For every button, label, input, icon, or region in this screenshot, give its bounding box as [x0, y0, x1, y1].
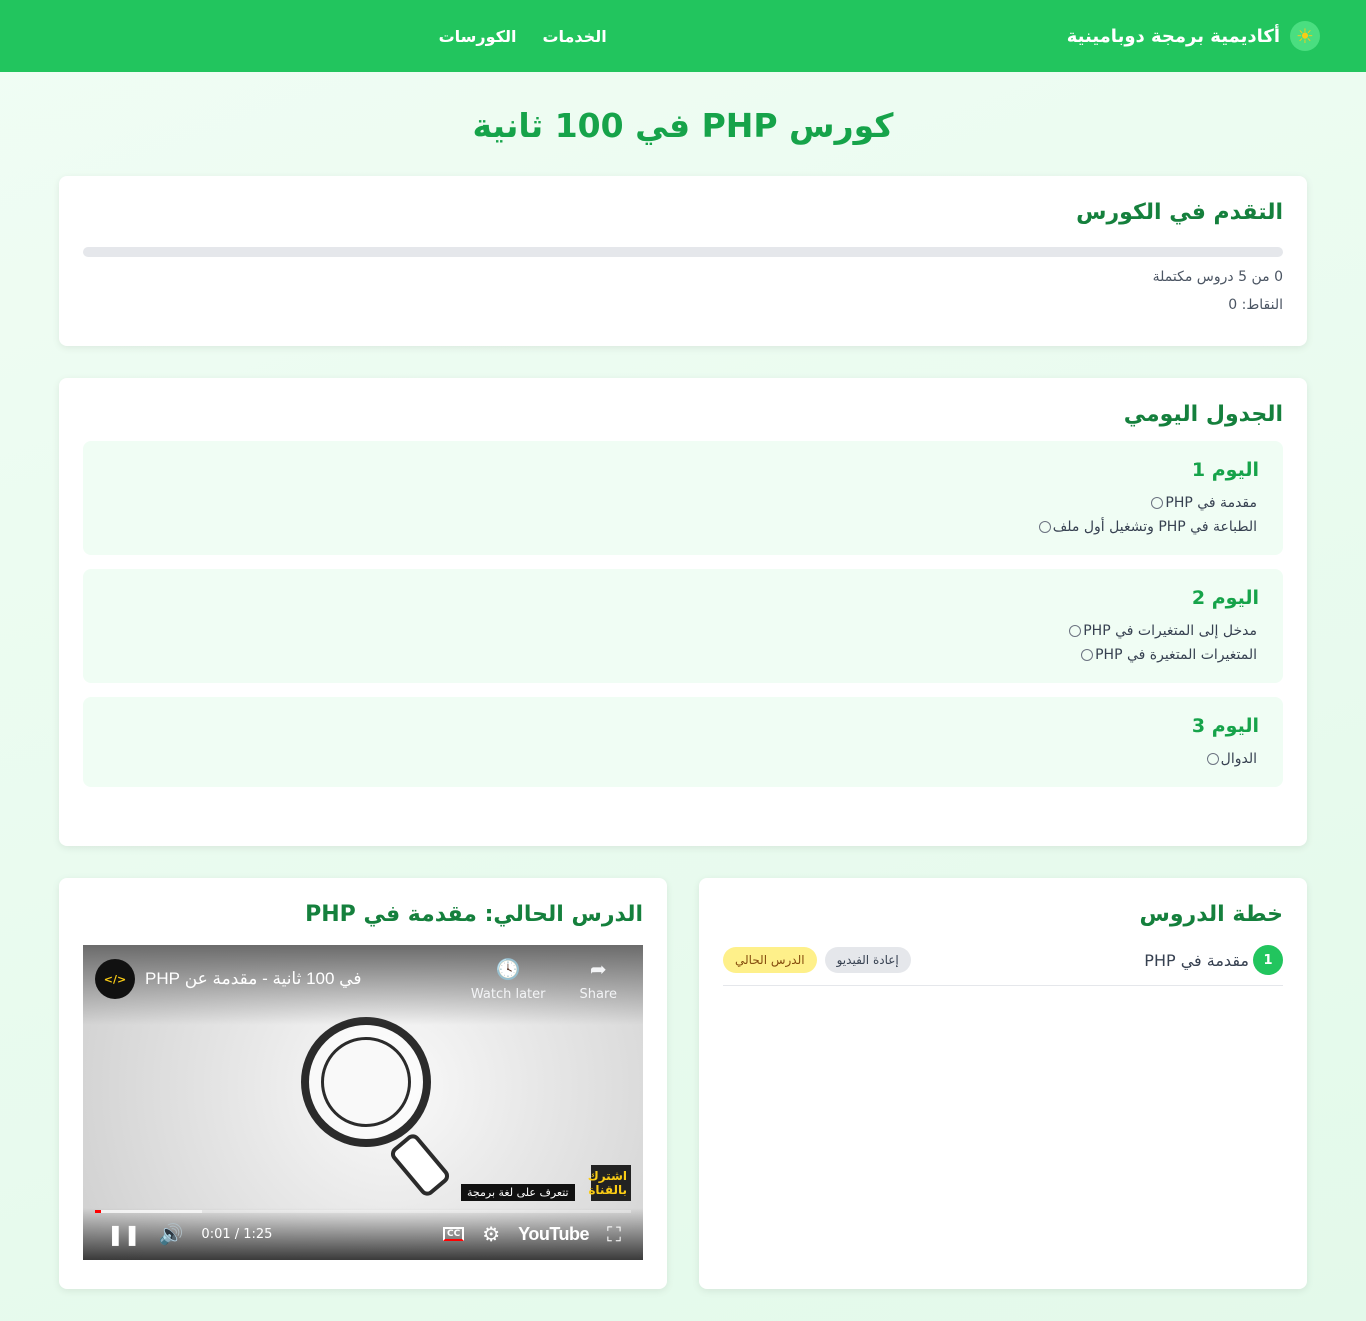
- schedule-card: الجدول اليومي اليوم 1 مقدمة في PHP الطبا…: [59, 378, 1307, 846]
- video-title[interactable]: في 100 ثانية - مقدمة عن PHP: [145, 969, 361, 989]
- lesson-plan-card: خطة الدروس 1 مقدمة في PHP إعادة الفيديو …: [699, 878, 1307, 1289]
- volume-icon[interactable]: 🔊: [159, 1222, 184, 1246]
- plan-heading: خطة الدروس: [1139, 902, 1284, 927]
- circle-icon: [1069, 625, 1082, 637]
- schedule-lesson-label: مقدمة في PHP: [1165, 495, 1257, 511]
- plan-row[interactable]: 1 مقدمة في PHP إعادة الفيديو الدرس الحال…: [723, 945, 1283, 986]
- progress-heading: التقدم في الكورس: [1076, 200, 1283, 225]
- day-title: اليوم 3: [1191, 715, 1259, 737]
- circle-icon: [1151, 497, 1164, 509]
- schedule-lesson-label: الطباعة في PHP وتشغيل أول ملف: [1052, 519, 1257, 535]
- schedule-lesson[interactable]: الدوال: [107, 747, 1259, 771]
- subscribe-button[interactable]: اشترك بالقناة: [588, 1165, 631, 1201]
- video-caption: تتعرف على لغة برمجة: [461, 1184, 575, 1201]
- share-label: Share: [579, 987, 617, 1002]
- day-title: اليوم 2: [1191, 587, 1259, 609]
- magnifier-lens: [321, 1037, 411, 1127]
- schedule-lesson[interactable]: مدخل إلى المتغيرات في PHP: [107, 619, 1259, 643]
- progress-bar: [83, 247, 1283, 257]
- points: النقاط: 0: [1228, 297, 1283, 313]
- settings-gear-icon[interactable]: ⚙: [482, 1222, 500, 1246]
- schedule-lesson[interactable]: المتغيرات المتغيرة في PHP: [107, 643, 1259, 667]
- controls-right: CC ⚙ YouTube ⛶: [443, 1222, 621, 1246]
- watch-later-label: Watch later: [470, 987, 546, 1002]
- page-title: كورس PHP في 100 ثانية: [472, 106, 894, 145]
- plan-actions: إعادة الفيديو الدرس الحالي: [723, 947, 911, 973]
- buffered-fill: [95, 1210, 203, 1213]
- channel-logo-icon[interactable]: </>: [95, 959, 135, 999]
- circle-icon: [1206, 753, 1219, 765]
- replay-video-button[interactable]: إعادة الفيديو: [824, 947, 911, 973]
- video-top-actions: 🕓 Watch later ➦ Share: [471, 957, 617, 1002]
- schedule-heading: الجدول اليومي: [1123, 402, 1283, 427]
- captions-icon[interactable]: CC: [443, 1227, 465, 1241]
- brand-name: أكاديمية برمجة دوبامينية: [1066, 25, 1280, 47]
- plan-lesson-title: مقدمة في PHP: [1144, 950, 1249, 970]
- plan-lesson: 1 مقدمة في PHP: [1144, 945, 1283, 975]
- clock-icon: 🕓: [495, 957, 521, 981]
- share-arrow-icon: ➦: [589, 957, 607, 981]
- magnifier-illustration: [301, 1017, 431, 1147]
- fullscreen-icon[interactable]: ⛶: [607, 1222, 621, 1246]
- sun-logo-icon: ☀: [1290, 21, 1320, 51]
- current-heading: الدرس الحالي: مقدمة في PHP: [305, 902, 643, 927]
- nav-link-courses[interactable]: الكورسات: [439, 27, 517, 46]
- video-time: 0:01 / 1:25: [201, 1226, 273, 1242]
- day-title: اليوم 1: [1191, 459, 1259, 481]
- youtube-logo[interactable]: YouTube: [518, 1224, 589, 1245]
- video-controls: ❚❚ 🔊 0:01 / 1:25 CC ⚙ YouTube ⛶: [83, 1208, 643, 1260]
- schedule-lesson-label: مدخل إلى المتغيرات في PHP: [1083, 623, 1257, 639]
- schedule-lesson-label: المتغيرات المتغيرة في PHP: [1095, 647, 1257, 663]
- completed-count: 0 من 5 دروس مكتملة: [1152, 269, 1283, 285]
- video-scrubber[interactable]: [95, 1210, 631, 1213]
- video-player[interactable]: </> في 100 ثانية - مقدمة عن PHP 🕓 Watch …: [83, 945, 643, 1260]
- schedule-lesson[interactable]: مقدمة في PHP: [107, 491, 1259, 515]
- progress-card: التقدم في الكورس 0 من 5 دروس مكتملة النق…: [59, 176, 1307, 346]
- schedule-lesson-label: الدوال: [1220, 751, 1257, 767]
- lesson-number-badge: 1: [1253, 945, 1283, 975]
- brand[interactable]: ☀ أكاديمية برمجة دوبامينية: [1067, 21, 1320, 51]
- nav-link-services[interactable]: الخدمات: [542, 27, 606, 46]
- magnifier-handle: [387, 1131, 453, 1199]
- navbar: ☀ أكاديمية برمجة دوبامينية الخدمات الكور…: [0, 0, 1366, 72]
- day-block: اليوم 2 مدخل إلى المتغيرات في PHP المتغي…: [83, 569, 1283, 683]
- controls-row: ❚❚ 🔊 0:01 / 1:25 CC ⚙ YouTube ⛶: [107, 1222, 621, 1246]
- watch-later-button[interactable]: 🕓 Watch later: [471, 957, 546, 1002]
- circle-icon: [1081, 649, 1094, 661]
- circle-icon: [1038, 521, 1051, 533]
- nav-links: الخدمات الكورسات: [439, 27, 607, 46]
- current-lesson-card: الدرس الحالي: مقدمة في PHP </> في 100 ثا…: [59, 878, 667, 1289]
- video-top-bar: </> في 100 ثانية - مقدمة عن PHP 🕓 Watch …: [83, 945, 643, 1025]
- day-block: اليوم 3 الدوال: [83, 697, 1283, 787]
- day-block: اليوم 1 مقدمة في PHP الطباعة في PHP وتشغ…: [83, 441, 1283, 555]
- share-button[interactable]: ➦ Share: [579, 957, 617, 1002]
- schedule-lesson[interactable]: الطباعة في PHP وتشغيل أول ملف: [107, 515, 1259, 539]
- played-fill: [95, 1210, 102, 1213]
- current-lesson-badge: الدرس الحالي: [723, 947, 817, 973]
- pause-icon[interactable]: ❚❚: [107, 1222, 141, 1246]
